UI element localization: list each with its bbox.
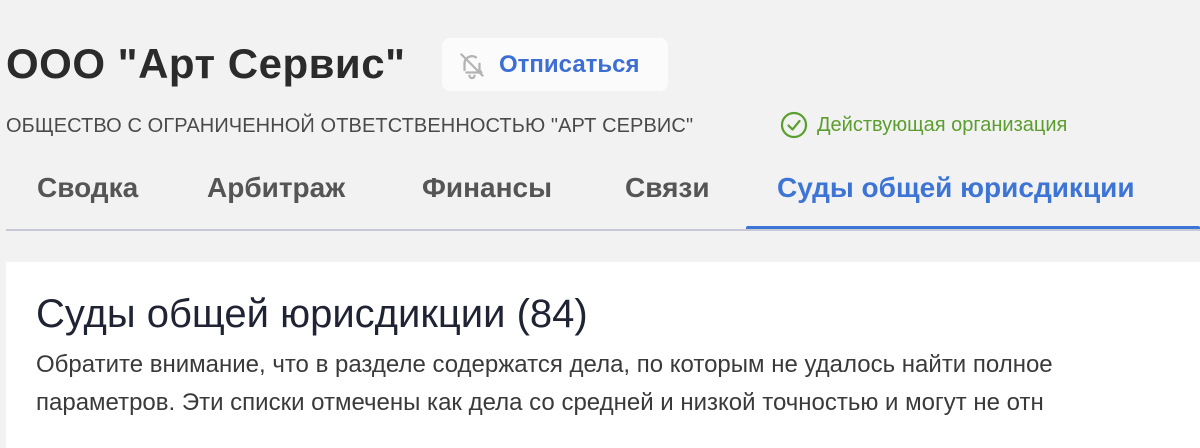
unsubscribe-button[interactable]: Отписаться <box>442 38 668 91</box>
check-circle-icon <box>779 110 809 140</box>
company-header: ООО "Арт Сервис" Отписаться ОБЩЕСТВО С О… <box>0 0 1200 262</box>
notice-line: параметров. Эти списки отмечены как дела… <box>36 389 1044 416</box>
tab-finances[interactable]: Финансы <box>422 170 552 206</box>
status-label: Действующая организация <box>817 114 1068 136</box>
tab-summary[interactable]: Сводка <box>37 170 138 206</box>
tab-general-courts[interactable]: Суды общей юрисдикции <box>777 170 1135 206</box>
company-full-name: ОБЩЕСТВО С ОГРАНИЧЕННОЙ ОТВЕТСТВЕННОСТЬЮ… <box>6 115 694 137</box>
tab-arbitration[interactable]: Арбитраж <box>207 170 345 206</box>
content-panel: Суды общей юрисдикции (84) Обратите вним… <box>6 262 1200 448</box>
section-title: Суды общей юрисдикции (84) <box>36 292 588 336</box>
notice-text: Обратите внимание, что в разделе содержа… <box>36 346 1200 422</box>
tab-bar: Сводка Арбитраж Финансы Связи Суды общей… <box>0 150 1200 230</box>
notice-line: Обратите внимание, что в разделе содержа… <box>36 351 1053 378</box>
bell-off-icon <box>455 48 489 82</box>
tab-connections[interactable]: Связи <box>625 170 710 206</box>
company-title: ООО "Арт Сервис" <box>6 40 406 87</box>
status-badge: Действующая организация <box>779 110 1067 140</box>
tabs-divider <box>6 229 1200 231</box>
unsubscribe-label: Отписаться <box>499 50 640 78</box>
